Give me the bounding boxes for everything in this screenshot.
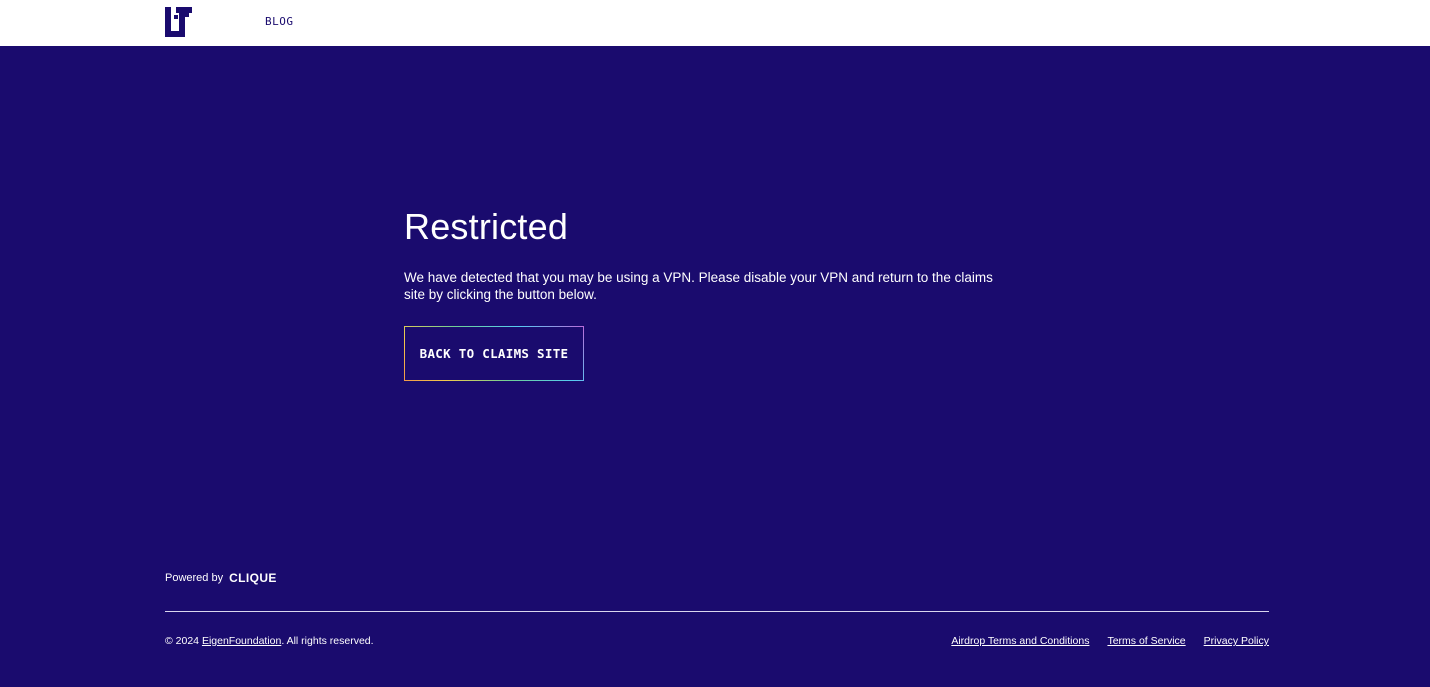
back-to-claims-button[interactable]: BACK TO CLAIMS SITE xyxy=(404,326,584,381)
copyright-notice: © 2024 EigenFoundation. All rights reser… xyxy=(165,635,374,647)
terms-of-service-link[interactable]: Terms of Service xyxy=(1107,635,1185,647)
privacy-policy-link[interactable]: Privacy Policy xyxy=(1204,635,1269,647)
back-to-claims-button-label: BACK TO CLAIMS SITE xyxy=(405,327,583,380)
copyright-prefix: © 2024 xyxy=(165,635,200,647)
restricted-panel: Restricted We have detected that you may… xyxy=(404,205,1024,381)
eigenlayer-logo-icon[interactable] xyxy=(165,7,192,37)
top-navbar: BLOG xyxy=(0,0,1430,46)
airdrop-terms-link[interactable]: Airdrop Terms and Conditions xyxy=(951,635,1089,647)
eigenfoundation-link[interactable]: EigenFoundation xyxy=(202,635,281,647)
vpn-warning-message: We have detected that you may be using a… xyxy=(404,270,993,302)
nav-blog-link[interactable]: BLOG xyxy=(265,15,294,28)
footer-links: Airdrop Terms and Conditions Terms of Se… xyxy=(951,635,1269,647)
page-title: Restricted xyxy=(404,206,569,247)
clique-logo[interactable]: CLIQUE xyxy=(229,571,277,585)
powered-by-label: Powered by xyxy=(165,572,224,584)
copyright-suffix: . All rights reserved. xyxy=(281,635,374,647)
footer-divider xyxy=(165,611,1269,612)
powered-by: Powered by CLIQUE xyxy=(165,571,277,585)
